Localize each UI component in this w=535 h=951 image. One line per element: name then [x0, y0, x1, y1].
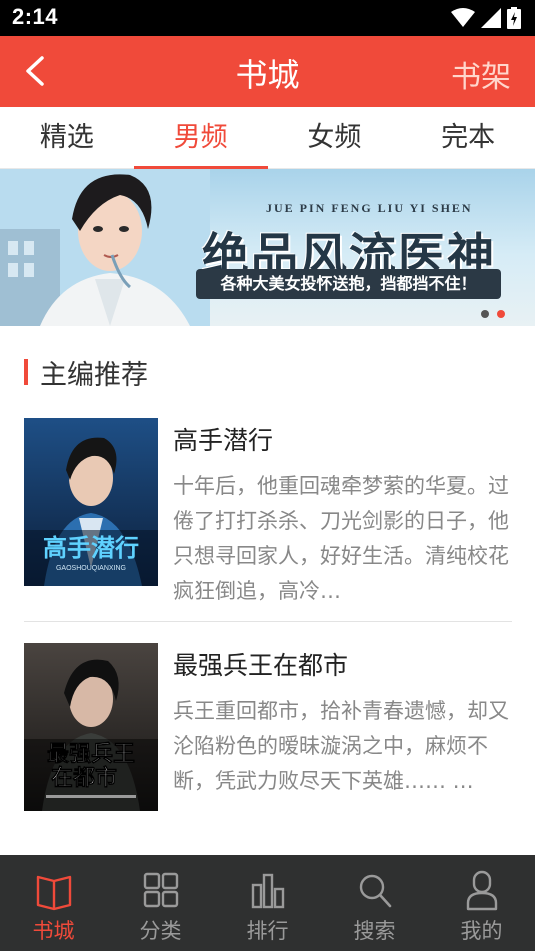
- cover-title-text: 高手潜行: [43, 534, 139, 562]
- book-cover-art: 最强兵王 在都市: [24, 643, 158, 811]
- app-bar: 书城 书架: [0, 36, 535, 107]
- nav-bookstore[interactable]: 书城: [0, 855, 107, 951]
- book-item[interactable]: 最强兵王 在都市 最强兵王在都市 兵王重回都市，拾补青春遗憾，却又沦陷粉色的暧昧…: [24, 643, 512, 811]
- book-icon: [36, 875, 71, 911]
- tab-male[interactable]: 男频: [133, 107, 268, 169]
- banner-pager: [481, 310, 505, 318]
- nav-profile[interactable]: 我的: [428, 855, 535, 951]
- promo-banner[interactable]: JUE PIN FENG LIU YI SHEN 绝品风流医神 各种大美女投怀送…: [0, 169, 535, 326]
- ranking-icon: [251, 873, 284, 909]
- tab-featured[interactable]: 精选: [0, 107, 134, 168]
- book-title[interactable]: 高手潜行: [173, 421, 511, 457]
- section-header: 主编推荐: [24, 352, 148, 392]
- nav-ranking[interactable]: 排行: [214, 855, 321, 951]
- status-icons: [451, 6, 521, 30]
- list-divider: [24, 621, 512, 622]
- book-cover-art: 高手潜行 GAOSHOUQIANXING: [24, 418, 158, 586]
- user-icon: [466, 870, 497, 911]
- book-cover[interactable]: 最强兵王 在都市: [24, 643, 158, 811]
- nav-category[interactable]: 分类: [107, 855, 214, 951]
- nav-label: 我的: [460, 919, 503, 943]
- tab-female[interactable]: 女频: [268, 107, 402, 168]
- cover-subtitle-text: GAOSHOUQIANXING: [56, 565, 126, 572]
- status-bar: 2:14: [0, 0, 535, 36]
- bookshelf-button[interactable]: 书架: [451, 52, 511, 96]
- nav-label: 排行: [246, 919, 289, 943]
- section-accent-bar: [24, 359, 28, 385]
- tab-completed[interactable]: 完本: [401, 107, 535, 168]
- cover-title-line1: 最强兵王: [47, 742, 135, 767]
- book-description: 十年后，他重回魂牵梦萦的华夏。过倦了打打杀杀、刀光剑影的日子，他只想寻回家人，好…: [173, 474, 509, 603]
- book-item[interactable]: 高手潜行 GAOSHOUQIANXING 高手潜行 十年后，他重回魂牵梦萦的华夏…: [24, 418, 512, 603]
- category-tabs: 精选 男频 女频 完本: [0, 107, 535, 169]
- book-info: 高手潜行 十年后，他重回魂牵梦萦的华夏。过倦了打打杀杀、刀光剑影的日子，他只想寻…: [173, 418, 511, 609]
- book-title[interactable]: 最强兵王在都市: [173, 646, 511, 682]
- book-info: 最强兵王在都市 兵王重回都市，拾补青春遗憾，却又沦陷粉色的暧昧漩涡之中，麻烦不断…: [173, 643, 511, 834]
- status-time: 2:14: [12, 4, 59, 29]
- cover-title-line2: 在都市: [51, 765, 117, 791]
- bottom-nav: 书城 分类 排行 搜索 我的: [0, 855, 535, 951]
- nav-search[interactable]: 搜索: [321, 855, 428, 951]
- nav-label: 分类: [139, 919, 182, 943]
- book-description: 兵王重回都市，拾补青春遗憾，却又沦陷粉色的暧昧漩涡之中，麻烦不断，凭武力败尽天下…: [173, 699, 509, 793]
- book-cover[interactable]: 高手潜行 GAOSHOUQIANXING: [24, 418, 158, 586]
- banner-pinyin: JUE PIN FENG LIU YI SHEN: [266, 201, 473, 215]
- pager-dot[interactable]: [481, 310, 489, 318]
- wifi-icon: [451, 8, 475, 27]
- banner-tagline: 各种大美女投怀送抱，挡都挡不住！: [196, 269, 501, 299]
- battery-icon: [507, 7, 521, 29]
- nav-label: 书城: [32, 919, 75, 943]
- signal-icon: [481, 8, 501, 28]
- section-title: 主编推荐: [40, 359, 148, 391]
- nav-label: 搜索: [353, 919, 396, 943]
- search-icon: [359, 874, 391, 908]
- grid-icon: [143, 872, 178, 908]
- pager-dot-active[interactable]: [497, 310, 505, 318]
- banner-character-illustration: [0, 169, 210, 326]
